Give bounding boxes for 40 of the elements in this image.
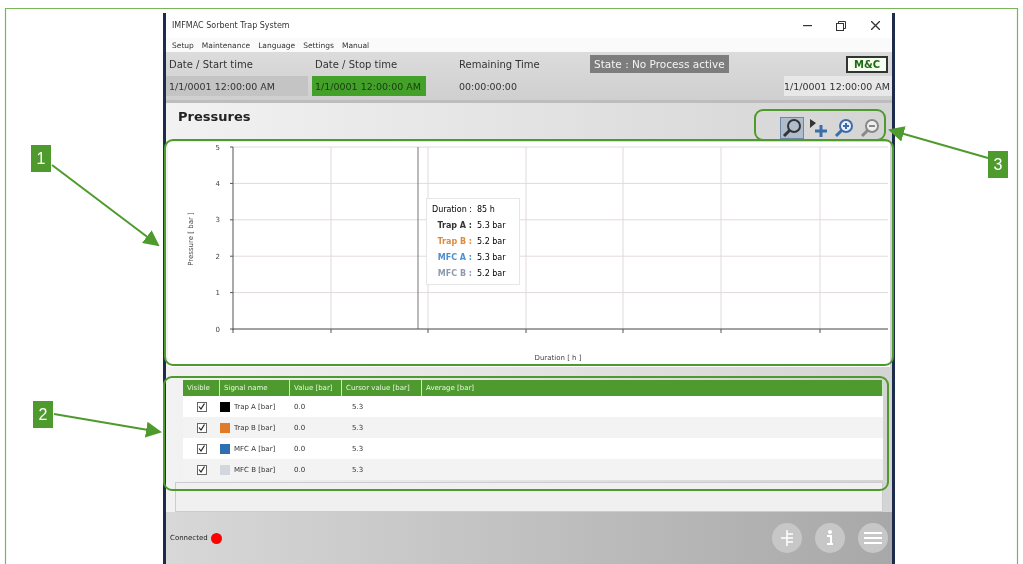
move-cursor-icon bbox=[808, 118, 828, 138]
window-title: IMFMAC Sorbent Trap System bbox=[172, 21, 291, 30]
zoom-tool-button[interactable] bbox=[780, 117, 804, 139]
info-icon bbox=[826, 530, 834, 546]
tooltip-value: 85 h bbox=[477, 205, 496, 214]
panel-title: Pressures bbox=[178, 108, 251, 124]
time-field: 00:00:00:00 bbox=[456, 76, 598, 96]
tooltip-value: 5.2 bar bbox=[477, 237, 507, 246]
network-icon bbox=[780, 530, 794, 546]
checkbox[interactable] bbox=[196, 401, 207, 412]
zoom-out-tool-button[interactable] bbox=[858, 117, 882, 139]
clock: 1/1/0001 12:00:00 AM bbox=[783, 76, 892, 96]
logo: M&C bbox=[846, 55, 888, 73]
stop-time-field: 1/1/0001 12:00:00 AM bbox=[312, 76, 426, 96]
zoom-in-icon bbox=[834, 118, 854, 138]
time-field: 1/1/0001 12:00:00 AM bbox=[166, 76, 308, 96]
field-label: Date / Start time bbox=[168, 57, 254, 72]
search-icon bbox=[782, 118, 802, 138]
checkbox[interactable] bbox=[196, 443, 207, 454]
zoom-in-tool-button[interactable] bbox=[832, 117, 856, 139]
minimize-icon bbox=[802, 24, 812, 27]
tooltip-label: MFC B : bbox=[436, 269, 473, 278]
field-label: Date / Stop time bbox=[314, 57, 399, 72]
checkbox[interactable] bbox=[196, 422, 207, 433]
checkbox[interactable] bbox=[196, 464, 207, 475]
restore-icon bbox=[836, 20, 846, 31]
callout-number: 3 bbox=[988, 151, 1008, 178]
tooltip-value: 5.3 bar bbox=[477, 221, 507, 230]
callout-number: 1 bbox=[31, 145, 51, 172]
zoom-out-icon bbox=[860, 118, 880, 138]
tooltip-label: Trap A : bbox=[436, 221, 473, 230]
close-icon bbox=[870, 21, 880, 30]
menu-icon bbox=[864, 531, 882, 545]
state-banner: State : No Process active bbox=[590, 55, 729, 73]
tooltip-label: MFC A : bbox=[436, 253, 473, 262]
tooltip-label: Duration : bbox=[431, 205, 473, 214]
tooltip-label: Trap B : bbox=[436, 237, 473, 246]
callout-number: 2 bbox=[33, 401, 53, 428]
tooltip-value: 5.3 bar bbox=[477, 253, 507, 262]
tooltip-value: 5.2 bar bbox=[477, 269, 507, 278]
